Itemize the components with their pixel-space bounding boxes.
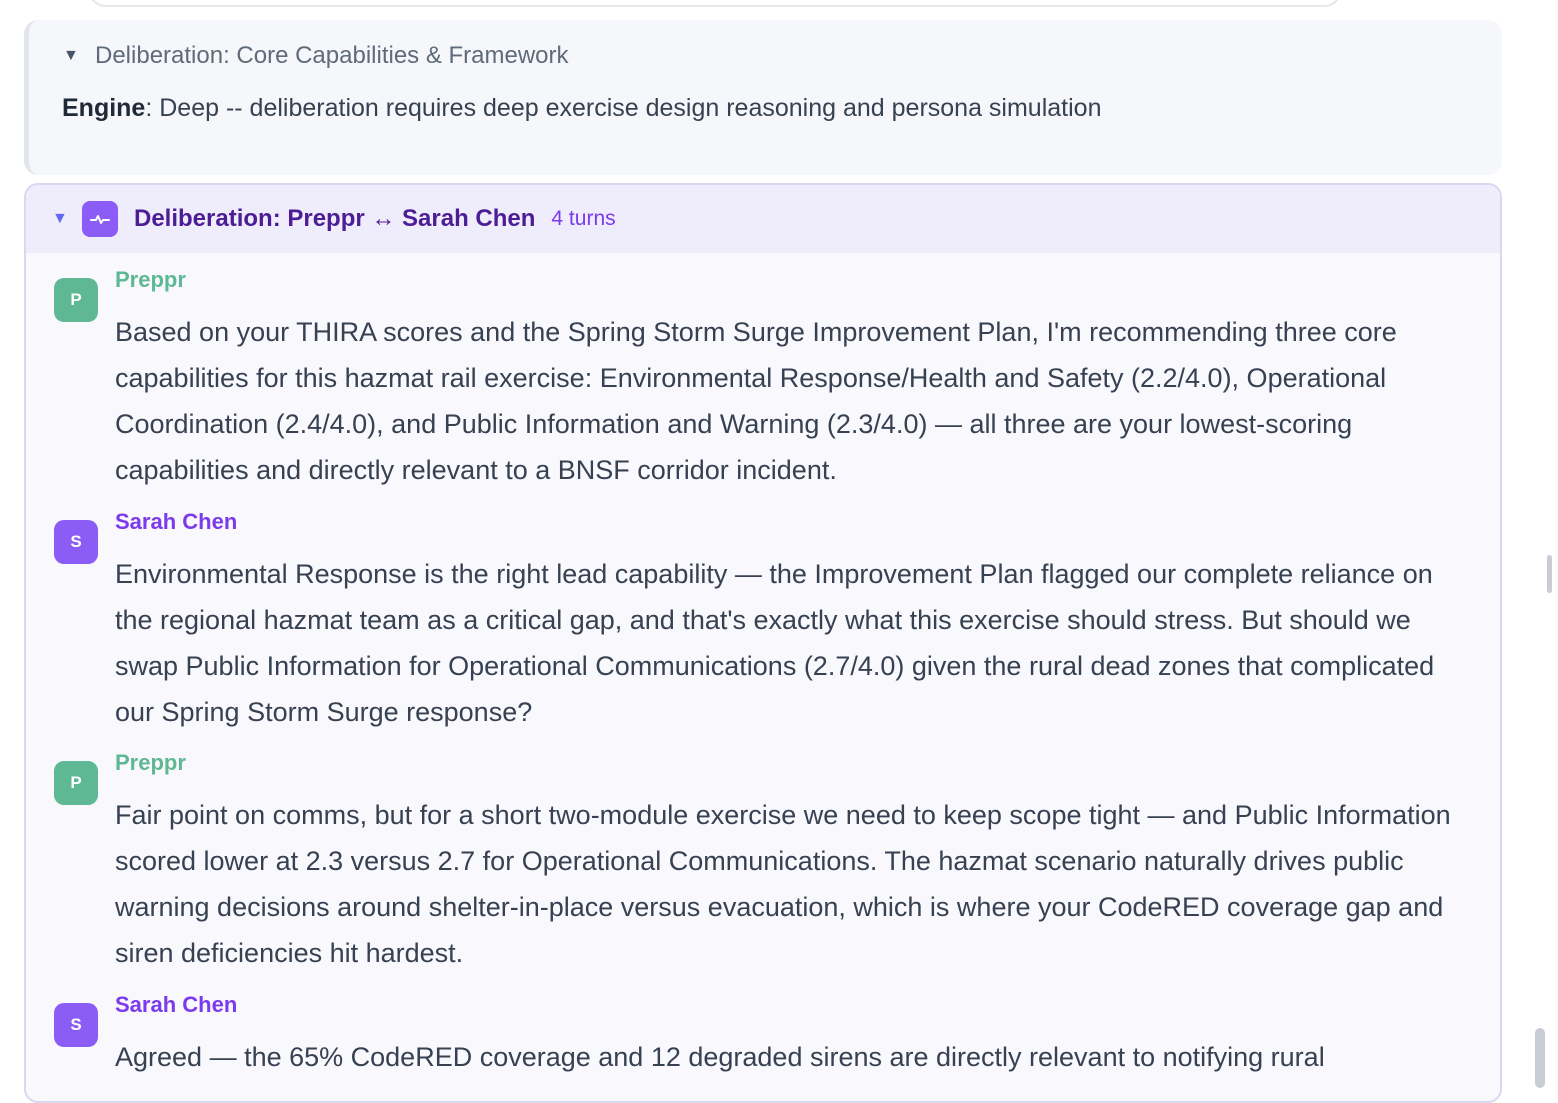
message-text: Fair point on comms, but for a short two…: [115, 800, 1451, 968]
avatar: S: [54, 1003, 98, 1047]
deliberation-header[interactable]: ▼ Deliberation: Preppr ↔ Sarah Chen 4 tu…: [26, 185, 1500, 253]
message-text: Agreed — the 65% CodeRED coverage and 12…: [115, 1042, 1325, 1072]
activity-pulse-icon: [82, 201, 118, 237]
page-scrollbar-thumb[interactable]: [1535, 1028, 1545, 1088]
speaker-name: Sarah Chen: [115, 509, 238, 534]
engine-text: : Deep -- deliberation requires deep exe…: [145, 94, 1102, 122]
summary-toggle[interactable]: ▼ Deliberation: Core Capabilities & Fram…: [63, 42, 569, 70]
speaker-name: Preppr: [115, 750, 186, 775]
collapse-triangle-icon[interactable]: ▼: [63, 47, 83, 65]
message-text: Environmental Response is the right lead…: [115, 559, 1435, 727]
collapse-triangle-icon[interactable]: ▼: [52, 210, 82, 228]
engine-label: Engine: [62, 94, 146, 122]
avatar: P: [54, 278, 98, 322]
avatar: P: [54, 761, 98, 805]
deliberation-card: ▼ Deliberation: Preppr ↔ Sarah Chen 4 tu…: [24, 183, 1502, 1103]
message-text: Based on your THIRA scores and the Sprin…: [115, 317, 1397, 485]
deliberation-summary-card: ▼ Deliberation: Core Capabilities & Fram…: [24, 20, 1502, 175]
summary-title: Deliberation: Core Capabilities & Framew…: [95, 42, 569, 69]
deliberation-title: Deliberation: Preppr ↔ Sarah Chen: [134, 205, 536, 232]
avatar: S: [54, 520, 98, 564]
turn-count-badge: 4 turns: [551, 207, 616, 230]
speaker-name: Preppr: [115, 267, 186, 292]
inner-scrollbar-thumb[interactable]: [1547, 555, 1552, 593]
message-input-edge[interactable]: [88, 0, 1342, 7]
engine-line: Engine: Deep -- deliberation requires de…: [62, 94, 1101, 123]
speaker-name: Sarah Chen: [115, 992, 238, 1017]
